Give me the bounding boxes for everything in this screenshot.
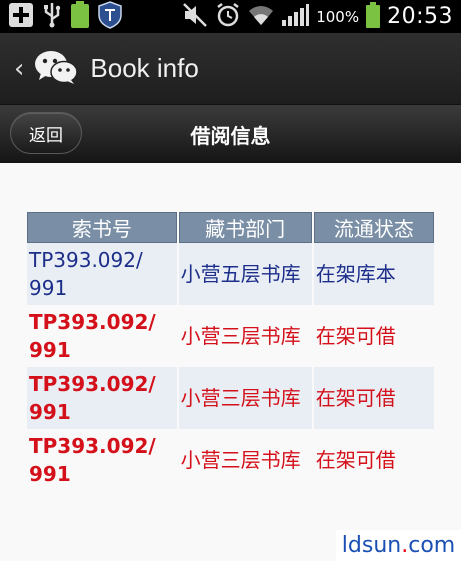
cell-department: 小营五层书库 [178,243,312,305]
call-number-text: TP393.092/ 991 [29,434,156,486]
cell-call-number: TP393.092/ 991 [27,429,177,491]
borrow-table: 索书号 藏书部门 流通状态 TP393.092/ 991 小营五层书库 在架库本… [25,212,436,491]
header-department: 藏书部门 [178,212,312,243]
mute-icon [182,2,208,32]
signal-icon [281,3,310,31]
back-chevron-icon[interactable]: ‹ [14,56,24,82]
call-number-text: TP393.092/ 991 [29,248,143,300]
battery-small-icon [70,0,90,33]
shield-icon [98,0,122,33]
table-header-row: 索书号 藏书部门 流通状态 [27,212,434,243]
cell-status: 在架可借 [313,429,434,491]
cell-department: 小营三层书库 [178,305,312,367]
app-header: ‹ Book info [0,33,461,105]
battery-icon [366,1,381,32]
cell-department: 小营三层书库 [178,367,312,429]
cell-department: 小营三层书库 [178,429,312,491]
table-row: TP393.092/ 991 小营三层书库 在架可借 [27,305,434,367]
table-row: TP393.092/ 991 小营五层书库 在架库本 [27,243,434,305]
cell-status: 在架库本 [313,243,434,305]
call-number-text: TP393.092/ 991 [29,310,156,362]
page-title: 借阅信息 [190,123,271,148]
nav-bar: 返回 借阅信息 [0,105,461,163]
header-status: 流通状态 [313,212,434,243]
cell-status: 在架可借 [313,305,434,367]
content-area: 索书号 藏书部门 流通状态 TP393.092/ 991 小营五层书库 在架库本… [0,163,461,561]
watermark: ldsun. com [336,530,461,561]
watermark-dot: . [401,533,409,558]
status-time: 20:53 [387,4,453,29]
cell-status: 在架可借 [313,367,434,429]
battery-percent: 100% [316,7,360,26]
add-icon [8,2,34,32]
table-row: TP393.092/ 991 小营三层书库 在架可借 [27,367,434,429]
alarm-icon [215,2,241,32]
watermark-right: com [408,533,456,558]
header-call-number: 索书号 [27,212,177,243]
watermark-left: ldsun [341,533,402,558]
call-number-text: TP393.092/ 991 [29,372,156,424]
return-button[interactable]: 返回 [10,112,82,154]
cell-call-number: TP393.092/ 991 [27,367,177,429]
cell-call-number: TP393.092/ 991 [27,243,177,305]
app-title: Book info [90,53,199,83]
cell-call-number: TP393.092/ 991 [27,305,177,367]
wifi-icon [248,3,274,31]
wechat-icon [34,49,79,89]
status-bar: 100% 20:53 [0,0,461,33]
usb-icon [42,2,62,32]
table-row: TP393.092/ 991 小营三层书库 在架可借 [27,429,434,491]
